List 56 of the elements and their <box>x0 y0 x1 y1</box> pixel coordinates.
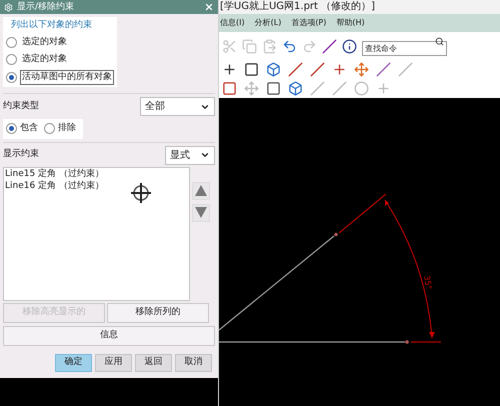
endpoint-dot <box>334 232 338 236</box>
endpoint-dot <box>405 340 409 344</box>
settings-icon <box>4 2 13 12</box>
square-icon[interactable] <box>222 81 237 96</box>
list-item[interactable]: Line16 定角 （过约束） <box>5 180 188 192</box>
radio-label[interactable]: 选定的对象 <box>20 52 69 68</box>
info-button[interactable]: 信息 <box>3 326 215 346</box>
dialog-button[interactable]: 应用 <box>95 354 132 372</box>
radio-button[interactable] <box>6 36 17 48</box>
info-icon[interactable] <box>342 38 357 54</box>
dropdown-caret-icon <box>200 150 210 160</box>
radio-button[interactable] <box>44 123 55 134</box>
group-title: 列出以下对象的约束 <box>10 19 93 32</box>
radio-button[interactable] <box>6 54 17 66</box>
cube-icon[interactable] <box>288 81 303 96</box>
menu-item[interactable]: 分析(L) <box>254 17 282 29</box>
close-icon[interactable] <box>204 2 214 12</box>
up-triangle-icon <box>195 185 207 196</box>
plus-icon[interactable] <box>332 62 347 77</box>
arrows-icon[interactable] <box>354 62 369 77</box>
crosshair-cursor-icon <box>130 182 152 204</box>
search-icon <box>435 37 444 46</box>
undo-icon[interactable] <box>282 38 297 54</box>
search-field[interactable]: 查找命令 <box>362 41 447 56</box>
move-up-button[interactable] <box>192 182 210 200</box>
radio-button[interactable] <box>6 72 17 83</box>
select-icon[interactable] <box>322 38 337 54</box>
down-triangle-icon <box>195 207 207 218</box>
constraint-type-dropdown[interactable]: 全部 <box>140 97 215 116</box>
cube-icon[interactable] <box>266 62 281 77</box>
field-label: 约束类型 <box>3 100 39 113</box>
square-icon[interactable] <box>244 62 259 77</box>
dialog-button[interactable]: 确定 <box>55 354 92 372</box>
menu-item[interactable]: 帮助(H) <box>336 17 365 29</box>
plus-icon[interactable] <box>222 62 237 77</box>
dimension-label: 35° <box>422 274 434 290</box>
list-item[interactable]: Line15 定角 （过约束） <box>5 168 188 180</box>
dialog-title: 显示/移除约束 <box>17 1 76 13</box>
square-icon[interactable] <box>266 81 281 96</box>
radio-label[interactable]: 包含 <box>20 122 38 136</box>
radio-label[interactable]: 选定的对象 <box>20 34 69 50</box>
radio-label[interactable]: 排除 <box>58 122 76 136</box>
line-icon[interactable] <box>376 62 391 77</box>
line-icon[interactable] <box>288 62 303 77</box>
menu-item[interactable]: 信息(I) <box>220 17 245 29</box>
dialog-button[interactable]: 返回 <box>135 354 172 372</box>
radio-label[interactable]: 活动草图中的所有对象 <box>20 70 114 85</box>
display-mode-dropdown[interactable]: 显式 <box>165 146 215 164</box>
window-title: [学UG就上UG网1.prt （修改的）] <box>220 2 376 12</box>
radio-button[interactable] <box>6 123 17 134</box>
dialog-button[interactable]: 取消 <box>175 354 212 372</box>
move-down-button[interactable] <box>192 204 210 222</box>
field-label: 显示约束 <box>3 148 39 162</box>
remove-button[interactable]: 移除所列的 <box>107 302 209 322</box>
line-icon[interactable] <box>310 62 325 77</box>
menu-item[interactable]: 首选项(P) <box>291 17 326 29</box>
